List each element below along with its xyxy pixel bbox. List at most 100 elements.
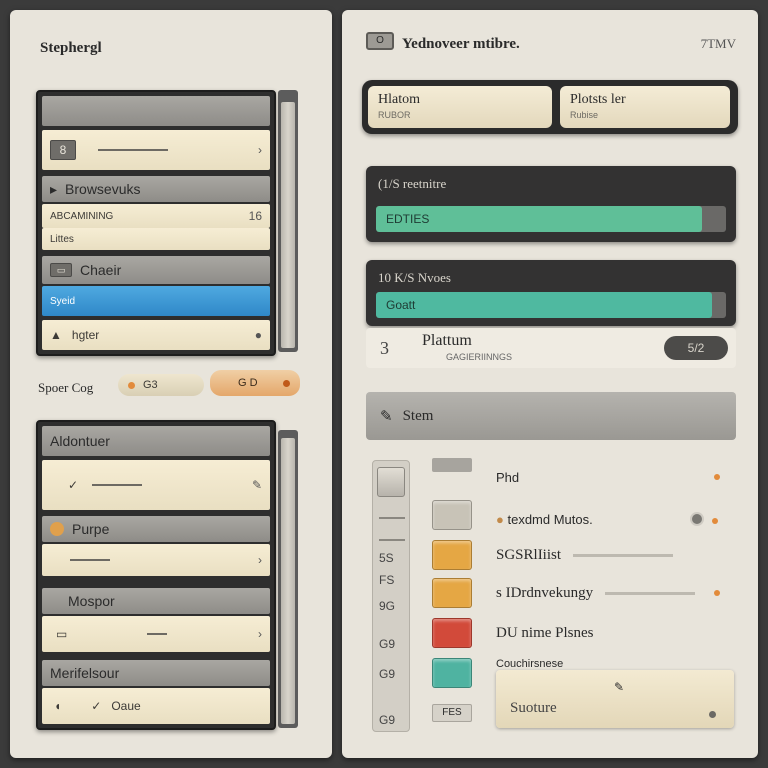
bottom-list: Aldontuer ✓ ✎ Purpe › Mospor ▭ › Merifel… [36,420,276,730]
toolbar-button-2-sub: Rubise [570,110,599,120]
top-list-scrollbar[interactable] [278,90,298,352]
section-header[interactable]: ✎ Stem [366,392,736,440]
option-label: SGSRlIiist [496,547,562,563]
option-row[interactable]: SGSRlIiist [496,546,674,564]
right-panel: O Yednoveer mtibre. 7TMV Hlatom RUBOR Pl… [342,10,758,758]
pen-icon: ✎ [251,478,262,492]
color-swatch[interactable] [432,578,472,608]
list-item-header[interactable]: Purpe [42,516,270,542]
list-item-line [147,633,168,635]
chevron-icon: › [258,143,262,157]
progress-card-1: (1/S reetnitre EDTIES [366,166,736,242]
option-row[interactable]: s IDrdnvekungy [496,584,696,602]
orange-dot-icon [714,590,720,596]
controls-label: Spoer Cog [38,380,94,395]
vertical-slider[interactable]: 5S FS 9G G9 G9 G9 [372,460,410,732]
list-item-label: Purpe [72,521,110,537]
slider-label: G9 [379,713,396,727]
section-label: Stem [402,407,434,424]
list-item-header[interactable]: Merifelsour [42,660,270,686]
bullet-icon: ● [496,512,504,527]
folder-icon: ▸ [50,180,58,197]
bottom-list-scrollbar[interactable] [278,430,298,728]
toolbar-button-1[interactable]: Hlatom RUBOR [368,86,552,128]
list-item-selected[interactable]: Syeid [42,286,270,316]
list-item[interactable]: ABCAMINING 16 [42,204,270,228]
scrollbar-thumb[interactable] [281,438,295,724]
list-item[interactable]: 8 › [42,130,270,170]
swatch-footer: FES [432,704,472,722]
list-item-header[interactable]: ▭ Chaeir [42,256,270,284]
option-row[interactable]: DU nime Plsnes [496,624,594,642]
toolbar-button-1-sub: RUBOR [378,110,411,120]
slider-knob[interactable] [377,467,405,497]
list-item-line [92,484,143,486]
top-list: 8 › ▸ Browsevuks ABCAMINING 16 Littes ▭ … [36,90,276,356]
window-code: 7TMV [700,36,736,51]
list-item-label: Littes [50,233,74,245]
edit-icon: ✎ [380,408,393,425]
list-item[interactable]: › [42,544,270,576]
pill-a-label: G3 [143,379,158,391]
info-title: Plattum [422,332,472,349]
search-box[interactable]: Couchirsnese ✎ Suoture [496,658,734,728]
list-item-label: Mospor [68,593,115,609]
list-item-label: Chaeir [80,262,122,278]
list-item-label: Aldontuer [50,433,110,449]
swatch-column-header [432,458,472,472]
toolbar: Hlatom RUBOR Plotsts ler Rubise [362,80,738,134]
check-icon: ✓ [68,478,79,492]
left-panel: Stephergl 8 › ▸ Browsevuks ABCAMINING 16… [10,10,332,758]
list-item[interactable]: ◖ ✓ Oaue [42,688,270,724]
color-swatch[interactable] [432,500,472,530]
dot-icon: ● [254,328,262,342]
info-row: 3 Plattum GAGIERIINNGS 5/2 [366,328,736,368]
toolbar-button-2[interactable]: Plotsts ler Rubise [560,86,730,128]
info-number: 3 [380,338,389,358]
color-swatch[interactable] [432,658,472,688]
list-item[interactable]: Littes [42,228,270,250]
list-item-value: 16 [248,209,262,223]
option-toggle-knob[interactable] [690,512,704,526]
color-swatch[interactable] [432,618,472,648]
edit-icon: 8 [50,140,76,160]
info-tag-button[interactable]: 5/2 [664,336,728,360]
orange-dot-icon [712,518,718,524]
option-slider-track[interactable] [605,591,696,595]
window-badge-icon: O [366,32,394,50]
check-icon: ✓ [91,699,102,713]
orange-dot-icon [128,381,135,389]
option-row[interactable]: ● texdmd Mutos. [496,512,593,527]
list-item-header[interactable]: ▸ Browsevuks [42,176,270,202]
toolbar-button-2-label: Plotsts ler [570,92,626,107]
list-item-label: Browsevuks [65,181,141,197]
list-item[interactable]: ✓ ✎ [42,460,270,510]
progress-bar-2-text: Goatt [386,298,416,312]
list-item[interactable]: ▲ hgter ● [42,320,270,350]
pill-toggle-a[interactable]: G3 [118,374,204,396]
option-row[interactable]: Phd [496,470,519,485]
progress-bar-1[interactable]: EDTIES [376,206,726,232]
pill-b-label: G D [238,377,258,389]
color-swatch[interactable] [432,540,472,570]
option-label: texdmd Mutos. [507,512,593,527]
warning-icon: ▲ [50,328,62,342]
chevron-icon: › [258,627,262,641]
slider-tick [379,517,405,519]
search-placeholder: Suoture [510,700,557,716]
toolbar-button-1-label: Hlatom [378,92,420,107]
list-item-header[interactable]: Aldontuer [42,426,270,456]
pill-toggle-b[interactable]: G D [210,370,300,396]
list-item-header[interactable]: Mospor [42,588,270,614]
option-slider-track[interactable] [573,553,674,557]
window-title: Yednoveer mtibre. [402,36,520,52]
slider-label: 5S [379,551,394,565]
info-subtitle: GAGIERIINNGS [446,352,513,362]
list-item-label: ABCAMINING [50,210,114,222]
scrollbar-thumb[interactable] [281,102,295,348]
progress-bar-2[interactable]: Goatt [376,292,726,318]
option-label: DU nime Plsnes [496,625,594,641]
top-list-header[interactable] [42,96,270,126]
indicator-dot-icon [283,379,290,387]
list-item[interactable]: ▭ › [42,616,270,652]
